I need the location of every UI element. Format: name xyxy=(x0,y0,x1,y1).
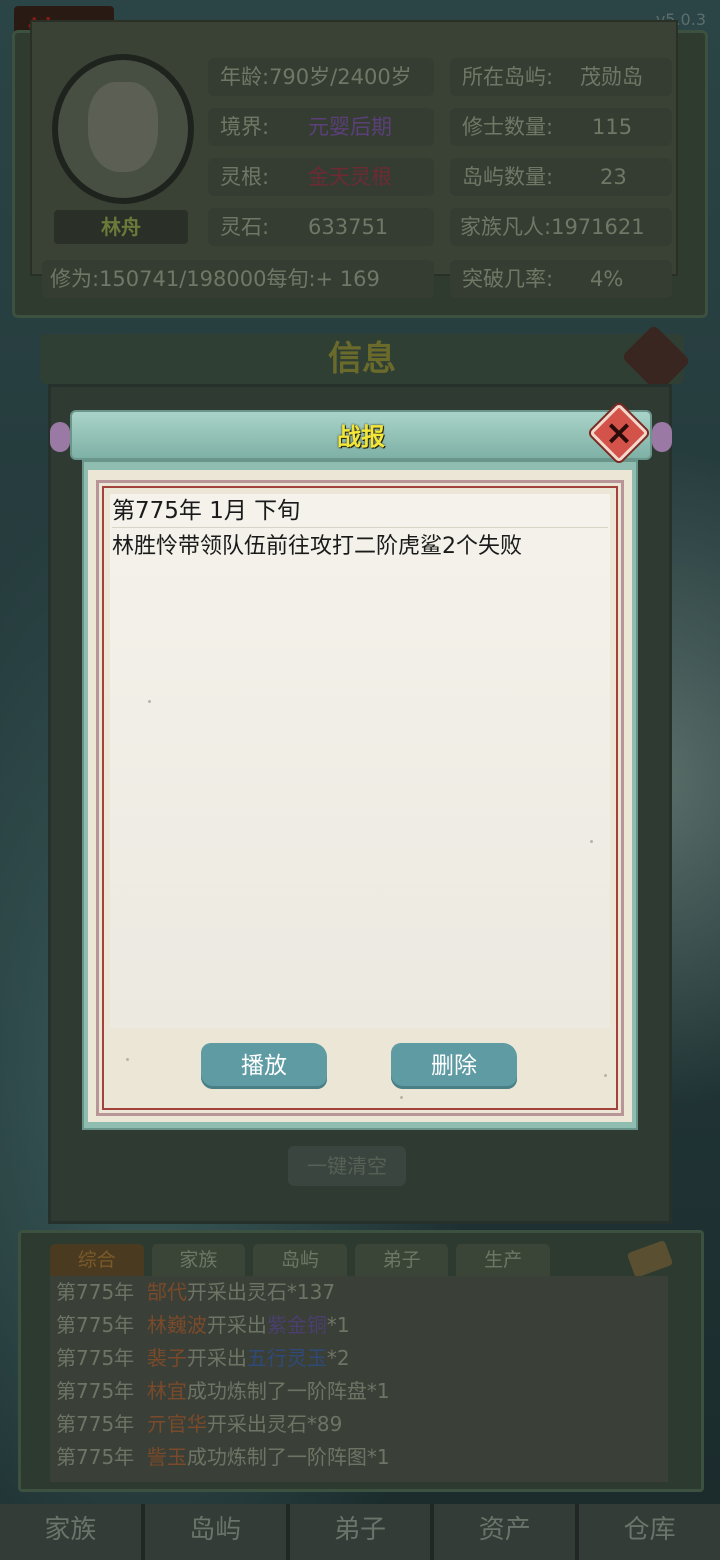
delete-button[interactable]: 删除 xyxy=(391,1043,517,1089)
log-suffix: *1 xyxy=(326,1313,350,1337)
realm-stat: 境界: 元婴后期 xyxy=(208,108,434,146)
log-action: 成功炼制了一阶阵盘*1 xyxy=(186,1379,390,1403)
breakthrough-label: 突破几率: xyxy=(462,267,554,291)
stone-label: 灵石: xyxy=(220,215,270,239)
play-button[interactable]: 播放 xyxy=(201,1043,327,1089)
log-list[interactable]: 第775年 郜代开采出灵石*137 第775年 林巍波开采出紫金铜*1 第775… xyxy=(50,1276,668,1482)
log-action: 开采出灵石*89 xyxy=(206,1412,343,1436)
close-icon: × xyxy=(604,413,634,453)
mortals-value: 1971621 xyxy=(551,215,645,239)
paper-speck xyxy=(604,1074,607,1077)
info-panel-title: 信息 xyxy=(40,334,684,384)
modal-header: 战报 xyxy=(50,410,672,460)
log-name: 林巍波 xyxy=(146,1313,207,1337)
modal-title: 战报 xyxy=(337,423,385,451)
log-name: 郜代 xyxy=(146,1280,187,1304)
age-text: 年龄:790岁/2400岁 xyxy=(220,65,412,89)
mortals-label: 家族凡人: xyxy=(460,215,552,239)
nav-assets[interactable]: 资产 xyxy=(434,1504,580,1560)
age-stat: 年龄:790岁/2400岁 xyxy=(208,58,434,96)
log-entry: 第775年 裴子开采出五行灵玉*2 xyxy=(50,1342,668,1375)
cultivation-stat: 修为:150741/198000每旬:+ 169 xyxy=(42,260,434,298)
log-action: 开采出 xyxy=(186,1346,247,1370)
log-tabs: 综合 家族 岛屿 弟子 生产 xyxy=(50,1244,550,1276)
log-entry: 第775年 亓官华开采出灵石*89 xyxy=(50,1408,668,1441)
stone-value: 633751 xyxy=(308,215,389,239)
log-entry: 第775年 郜代开采出灵石*137 xyxy=(50,1276,668,1309)
bottom-nav: 家族 岛屿 弟子 资产 仓库 xyxy=(0,1504,720,1560)
location-stat: 所在岛屿: 茂勋岛 xyxy=(450,58,672,96)
paper-speck xyxy=(126,1058,129,1061)
cultivators-value: 115 xyxy=(592,115,633,139)
islands-label: 岛屿数量: xyxy=(462,165,554,189)
tab-overview[interactable]: 综合 xyxy=(50,1244,144,1276)
character-name: 林舟 xyxy=(54,210,188,244)
location-value: 茂勋岛 xyxy=(580,65,643,89)
tab-island[interactable]: 岛屿 xyxy=(253,1244,347,1276)
paper-speck xyxy=(400,1096,403,1099)
log-action: 开采出灵石*137 xyxy=(186,1280,336,1304)
tab-production[interactable]: 生产 xyxy=(456,1244,550,1276)
character-avatar[interactable] xyxy=(52,54,194,204)
nav-warehouse[interactable]: 仓库 xyxy=(579,1504,720,1560)
log-action: 成功炼制了一阶阵图*1 xyxy=(186,1445,390,1469)
realm-value: 元婴后期 xyxy=(308,115,392,139)
paper-speck xyxy=(148,700,151,703)
report-date: 第775年 1月 下旬 xyxy=(112,494,608,528)
log-entry: 第775年 訾玉成功炼制了一阶阵图*1 xyxy=(50,1441,668,1474)
tab-family[interactable]: 家族 xyxy=(151,1244,246,1276)
log-name: 林宜 xyxy=(146,1379,187,1403)
log-name: 裴子 xyxy=(146,1346,187,1370)
log-year: 第775年 xyxy=(56,1280,135,1304)
log-name: 亓官华 xyxy=(146,1412,207,1436)
log-year: 第775年 xyxy=(56,1346,135,1370)
mortals-stat: 家族凡人:1971621 xyxy=(450,208,672,246)
log-item: 紫金铜 xyxy=(266,1313,327,1337)
log-action: 开采出 xyxy=(206,1313,267,1337)
stone-stat: 灵石: 633751 xyxy=(208,208,434,246)
location-label: 所在岛屿: xyxy=(462,65,554,89)
realm-label: 境界: xyxy=(220,115,270,139)
report-content-area[interactable] xyxy=(110,494,610,1028)
paper-speck xyxy=(590,840,593,843)
log-entry: 第775年 林巍波开采出紫金铜*1 xyxy=(50,1309,668,1342)
nav-islands[interactable]: 岛屿 xyxy=(144,1504,290,1560)
log-suffix: *2 xyxy=(326,1346,350,1370)
scroll-cap-left xyxy=(50,422,70,452)
root-stat: 灵根: 金天灵根 xyxy=(208,158,434,196)
breakthrough-value: 4% xyxy=(590,267,624,291)
cultivators-label: 修士数量: xyxy=(462,115,554,139)
cultivation-text: 修为:150741/198000每旬:+ 169 xyxy=(50,267,380,291)
log-year: 第775年 xyxy=(56,1445,135,1469)
nav-disciples[interactable]: 弟子 xyxy=(289,1504,435,1560)
breakthrough-stat: 突破几率: 4% xyxy=(450,260,672,298)
avatar-face-icon xyxy=(88,82,158,172)
log-year: 第775年 xyxy=(56,1412,135,1436)
log-entry: 第775年 林宜成功炼制了一阶阵盘*1 xyxy=(50,1375,668,1408)
root-label: 灵根: xyxy=(220,165,270,189)
tab-disciple[interactable]: 弟子 xyxy=(354,1244,449,1276)
islands-value: 23 xyxy=(600,165,627,189)
nav-family[interactable]: 家族 xyxy=(0,1504,145,1560)
islands-stat: 岛屿数量: 23 xyxy=(450,158,672,196)
root-value: 金天灵根 xyxy=(308,165,392,189)
scroll-cap-right xyxy=(652,422,672,452)
report-message: 林胜怜带领队伍前往攻打二阶虎鲨2个失败 xyxy=(112,534,522,559)
log-year: 第775年 xyxy=(56,1379,135,1403)
log-item: 五行灵玉 xyxy=(246,1346,327,1370)
log-name: 訾玉 xyxy=(146,1445,187,1469)
clear-all-button[interactable]: 一键清空 xyxy=(288,1146,406,1186)
log-year: 第775年 xyxy=(56,1313,135,1337)
cultivators-stat: 修士数量: 115 xyxy=(450,108,672,146)
